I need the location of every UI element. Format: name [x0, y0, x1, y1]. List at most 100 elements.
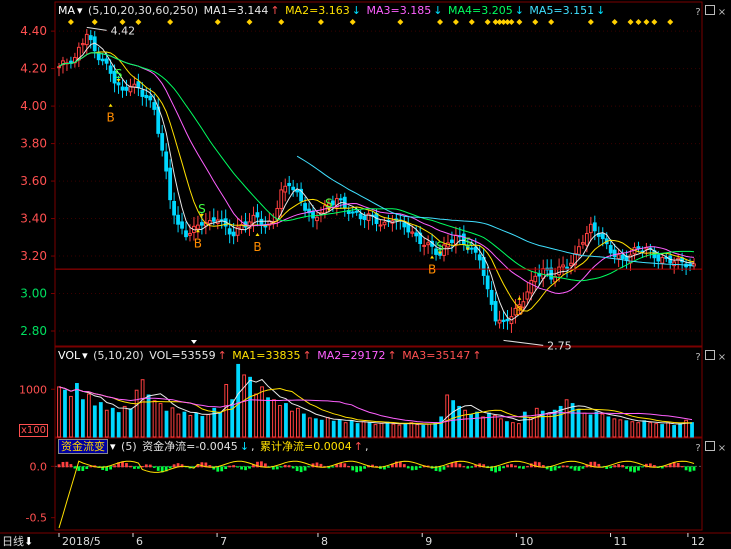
volume-bar: [343, 422, 348, 438]
volume-bar: [642, 420, 647, 438]
signal-arrow-icon: [430, 255, 435, 259]
volume-bar: [367, 422, 372, 438]
candle-body: [84, 33, 89, 46]
marker-diamond-icon: [508, 19, 515, 25]
flow-bar: [343, 463, 347, 468]
flow-bar: [113, 465, 116, 468]
flow-bar: [502, 466, 505, 469]
flow-bar: [359, 466, 363, 472]
flow-panel-controls: ? ×: [691, 441, 727, 454]
volume-bar: [493, 415, 497, 438]
candle-body: [422, 244, 427, 247]
arrow-down-icon: ↓: [239, 440, 250, 453]
candle-body: [338, 198, 343, 201]
candle-body: [688, 263, 692, 266]
candle-body: [577, 246, 581, 255]
candle-body: [636, 246, 641, 249]
candle-body: [283, 185, 288, 193]
marker-diamond-icon: [437, 19, 444, 25]
marker-diamond-icon: [67, 19, 74, 25]
volume-bar: [86, 393, 91, 438]
maximize-icon[interactable]: [705, 350, 715, 360]
volume-bar: [457, 405, 462, 438]
ma-indicator-label[interactable]: MA: [58, 4, 75, 17]
volume-bar: [104, 409, 109, 438]
volume-bar: [164, 410, 169, 438]
candle-body: [176, 214, 180, 225]
flow-bar: [442, 466, 446, 470]
candle-body: [315, 216, 319, 222]
candle-body: [358, 213, 363, 220]
flow-indicator-label[interactable]: 资金流变: [58, 439, 108, 454]
close-icon[interactable]: ×: [717, 8, 727, 18]
help-icon[interactable]: ?: [693, 8, 703, 18]
candle-body: [57, 66, 61, 69]
close-icon[interactable]: ×: [717, 444, 727, 454]
candle-body: [168, 167, 173, 201]
volume-bar: [248, 376, 252, 438]
marker-diamond-icon: [349, 19, 356, 25]
dropdown-icon[interactable]: ▾: [77, 4, 83, 17]
maximize-icon[interactable]: [705, 441, 715, 451]
marker-diamond-icon: [452, 19, 459, 25]
ma4-value: MA4=3.205: [447, 4, 513, 17]
flow-bar: [498, 466, 501, 472]
candle-body: [96, 52, 101, 61]
flow-bar: [454, 461, 458, 468]
dropdown-icon[interactable]: ▾: [110, 440, 116, 453]
candle-body: [196, 224, 200, 230]
period-selector[interactable]: 日线⬇: [2, 533, 33, 549]
vol-indicator-label[interactable]: VOL: [58, 349, 80, 362]
marker-diamond-icon: [246, 19, 253, 25]
candle-body: [612, 249, 617, 258]
flow-bar: [561, 465, 565, 468]
maximize-icon[interactable]: [705, 5, 715, 15]
dropdown-icon[interactable]: ▾: [82, 349, 88, 362]
volume-bar: [672, 425, 677, 438]
buy-signal: B: [194, 236, 202, 250]
flow-bar: [466, 466, 470, 469]
candle-body: [616, 254, 621, 260]
volume-bar: [272, 399, 276, 438]
y-tick-label: 3.40: [20, 212, 47, 226]
volume-bar: [122, 405, 127, 438]
cursor-marker-icon: [190, 340, 197, 344]
candle-body: [581, 242, 585, 245]
candle-body: [199, 222, 204, 226]
volume-bar: [337, 419, 342, 438]
low-leader: [503, 339, 544, 346]
help-icon[interactable]: ?: [693, 353, 703, 363]
volume-bar: [349, 420, 354, 438]
flow-bar: [283, 464, 287, 468]
flow-bar: [287, 465, 291, 468]
flow-bar: [331, 466, 335, 468]
marker-diamond-icon: [516, 19, 523, 25]
candle-body: [477, 254, 482, 261]
marker-diamond-icon: [667, 19, 674, 25]
candle-body: [350, 211, 355, 214]
volume-bar: [98, 402, 103, 438]
volume-bar: [116, 412, 121, 438]
y-tick-label: 3.00: [20, 287, 47, 301]
x-tick-label: 7: [220, 535, 227, 548]
x-tick-label: 12: [691, 535, 705, 548]
candle-body: [152, 102, 157, 110]
volume-bar: [331, 420, 336, 438]
flow-bar: [355, 466, 359, 473]
close-icon[interactable]: ×: [717, 353, 727, 363]
candle-body: [485, 275, 490, 290]
volume-bar: [546, 413, 551, 438]
volume-bar: [570, 403, 575, 438]
candle-body: [231, 231, 236, 237]
volume-bar: [355, 423, 360, 438]
help-icon[interactable]: ?: [693, 444, 703, 454]
volume-bar: [92, 405, 97, 438]
vol-ma2-value: MA2=29172: [317, 349, 386, 362]
candle-body: [402, 222, 407, 228]
volume-bar: [284, 403, 288, 438]
sell-signal: S: [198, 202, 206, 216]
volume-bar: [218, 411, 223, 438]
candle-body: [251, 214, 256, 224]
vol-params: (5,10,20): [93, 349, 144, 362]
flow-bar: [61, 461, 65, 468]
